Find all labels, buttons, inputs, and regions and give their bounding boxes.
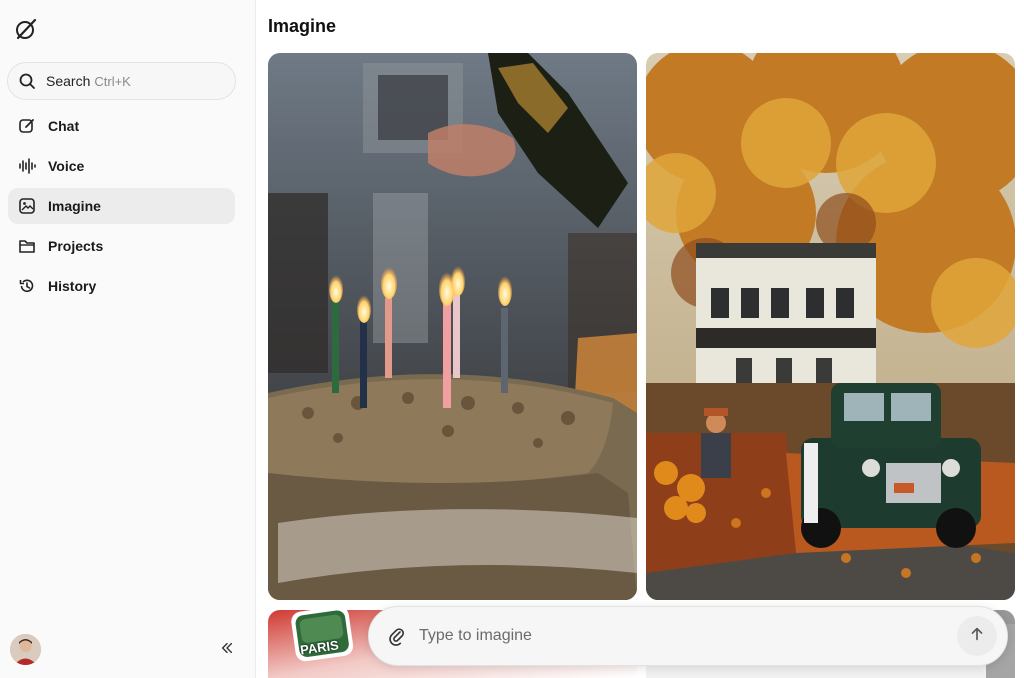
sidebar-item-chat[interactable]: Chat bbox=[8, 108, 235, 144]
pencil-square-icon bbox=[18, 117, 36, 135]
imagine-prompt-bar bbox=[368, 606, 1008, 666]
history-icon bbox=[18, 277, 36, 295]
sidebar-item-label: Imagine bbox=[48, 198, 101, 214]
gallery-image-autumn-truck[interactable] bbox=[646, 53, 1015, 600]
search-shortcut: Ctrl+K bbox=[94, 73, 131, 89]
sidebar-item-imagine[interactable]: Imagine bbox=[8, 188, 235, 224]
sidebar: Search Ctrl+K Chat Voice Imagine Project… bbox=[0, 0, 256, 678]
page-title: Imagine bbox=[268, 16, 337, 36]
waveform-icon bbox=[18, 157, 36, 175]
sidebar-item-history[interactable]: History bbox=[8, 268, 235, 304]
search-button[interactable]: Search Ctrl+K bbox=[7, 62, 236, 100]
paperclip-icon[interactable] bbox=[387, 626, 407, 646]
sidebar-item-projects[interactable]: Projects bbox=[8, 228, 235, 264]
collapse-sidebar-button[interactable] bbox=[216, 639, 238, 661]
avatar[interactable] bbox=[10, 634, 41, 665]
gallery-image-cake[interactable] bbox=[268, 53, 637, 600]
imagine-prompt-input[interactable] bbox=[419, 627, 957, 645]
folder-icon bbox=[18, 237, 36, 255]
sidebar-item-label: Chat bbox=[48, 118, 80, 134]
sidebar-item-label: History bbox=[48, 278, 97, 294]
double-chevron-left-icon bbox=[220, 641, 234, 660]
sidebar-item-label: Voice bbox=[48, 158, 85, 174]
search-icon bbox=[18, 72, 36, 90]
send-button[interactable] bbox=[957, 616, 997, 656]
arrow-up-icon bbox=[968, 625, 986, 648]
search-label: Search bbox=[46, 73, 91, 89]
sidebar-item-voice[interactable]: Voice bbox=[8, 148, 235, 184]
app-root: Search Ctrl+K Chat Voice Imagine Project… bbox=[0, 0, 1024, 678]
sidebar-item-label: Projects bbox=[48, 238, 104, 254]
logo-icon[interactable] bbox=[14, 17, 38, 41]
image-icon bbox=[18, 197, 36, 215]
